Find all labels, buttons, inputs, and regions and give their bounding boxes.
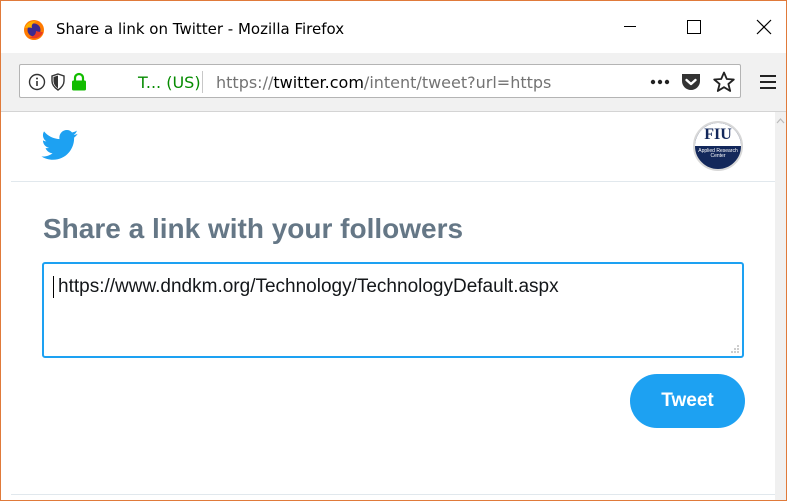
close-icon [756,19,772,35]
page-content: FIU Applied Research Center Share a link… [11,112,775,500]
tweet-text: https://www.dndkm.org/Technology/Technol… [58,276,559,297]
avatar-subtext: Applied Research Center [698,148,738,159]
more-actions-icon[interactable] [650,79,670,85]
site-identity-label[interactable]: T... (US) [138,73,201,92]
url-scheme: https:// [216,73,274,92]
lock-icon[interactable] [70,72,88,92]
twitter-bird-icon[interactable] [41,130,79,161]
twitter-header: FIU Applied Research Center [11,112,775,182]
info-icon[interactable] [28,73,46,91]
footer-divider [11,494,775,495]
maximize-button[interactable] [670,1,718,53]
url-separator [202,71,203,93]
minimize-icon [624,26,636,27]
tweet-textarea[interactable]: https://www.dndkm.org/Technology/Technol… [42,262,744,358]
url-text[interactable]: https://twitter.com/intent/tweet?url=htt… [216,73,616,92]
pocket-icon[interactable] [680,72,702,92]
resize-grip-icon[interactable] [730,344,740,354]
firefox-icon [24,20,44,40]
maximize-icon [687,20,701,34]
browser-window: Share a link on Twitter - Mozilla Firefo… [0,0,787,501]
close-button[interactable] [740,1,786,53]
url-host: twitter.com [273,73,364,92]
navigation-toolbar: T... (US) https://twitter.com/intent/twe… [1,53,786,112]
tracking-shield-icon[interactable] [50,73,66,91]
minimize-button[interactable] [606,1,654,53]
page-actions [650,69,736,95]
page-title: Share a link with your followers [43,213,464,244]
avatar-logo-text: FIU [704,126,732,143]
tweet-button[interactable]: Tweet [630,374,745,428]
hamburger-menu-icon[interactable] [757,71,779,93]
site-info-area[interactable] [28,72,88,92]
window-title: Share a link on Twitter - Mozilla Firefo… [56,20,345,38]
text-caret [53,276,54,298]
scroll-up-arrow-icon[interactable] [775,116,786,126]
bookmark-star-icon[interactable] [712,71,736,93]
title-bar[interactable]: Share a link on Twitter - Mozilla Firefo… [1,1,786,53]
vertical-scrollbar[interactable] [775,112,786,500]
avatar[interactable]: FIU Applied Research Center [693,121,743,171]
url-fade [580,67,620,95]
url-path: /intent/tweet?url=https [363,73,552,92]
url-bar[interactable]: T... (US) https://twitter.com/intent/twe… [19,64,741,98]
